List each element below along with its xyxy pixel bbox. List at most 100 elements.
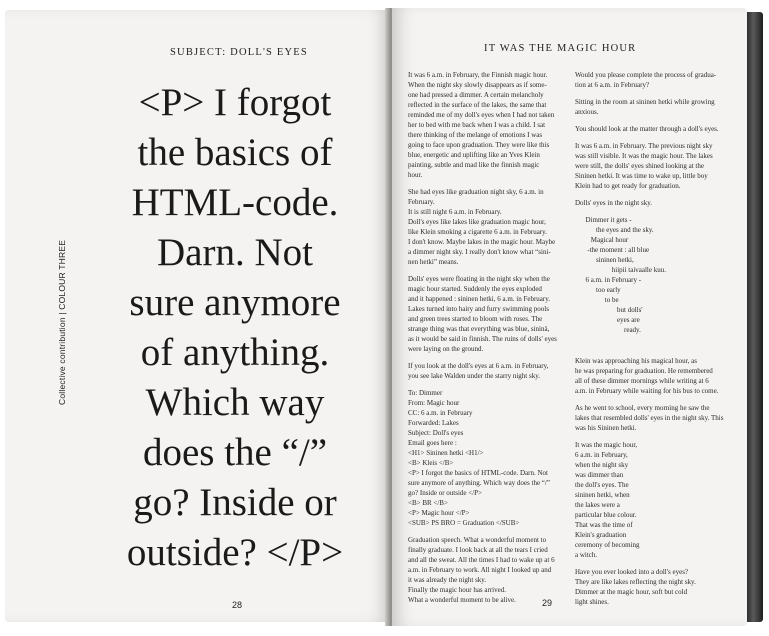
- text-line: <P> I forgot the basics of HTML-code. Da…: [408, 469, 548, 477]
- quote-line: Darn. Not: [157, 231, 313, 274]
- quote-line: HTML-code.: [131, 181, 339, 224]
- text-line: As he went to school, every morning he s…: [575, 404, 710, 412]
- text-line: It was the magic hour,: [575, 441, 638, 449]
- quote-line: the basics of: [137, 131, 333, 174]
- text-line: the eyes and the sky.: [575, 226, 654, 234]
- quote-line: does the “/”: [142, 431, 328, 474]
- text-line: lakes that resembled dolls' eyes in the …: [575, 414, 724, 422]
- text-line: it was already the night sky.: [408, 576, 487, 584]
- text-line: Klein's graduation: [575, 531, 627, 539]
- text-line: was still visible. It was the magic hour…: [575, 152, 713, 160]
- text-line: She had eyes like graduation night sky, …: [408, 188, 544, 196]
- text-line: <P> Magic hour </P>: [408, 509, 470, 517]
- text-line: light shines.: [575, 598, 609, 606]
- text-line: Dimmer at the magic hour, soft but cold: [575, 588, 688, 596]
- text-line: 6 a.m. in February,: [575, 451, 628, 459]
- text-column-2: Would you please complete the process of…: [575, 70, 737, 607]
- text-line: ceremony of becoming: [575, 541, 640, 549]
- page-number-right: 29: [542, 598, 553, 608]
- text-line: one had pressed a dimmer. A certain mela…: [408, 91, 544, 99]
- text-line: a dimmer night sky. I really don't know …: [408, 248, 551, 256]
- text-line: It is still night 6 a.m. in February.: [408, 208, 502, 216]
- quote-line: Which way: [145, 381, 325, 424]
- text-line: reflected in the surface of the lakes, t…: [408, 101, 547, 109]
- page-number-left: 28: [232, 600, 243, 610]
- text-line: hiipii taivaalle kuu.: [575, 266, 666, 274]
- text-line: as it would be said in finnish. The ruin…: [408, 335, 557, 343]
- text-line: he was preparing for graduation. He reme…: [575, 367, 713, 375]
- text-line: Forwarded: Lakes: [408, 419, 459, 427]
- quote-line: <P> I forgot: [138, 81, 332, 124]
- text-line: reminded me of my doll's eyes when I had…: [408, 111, 555, 119]
- text-line: magic hour started. Suddenly the eyes ex…: [408, 285, 542, 293]
- text-line: Email goes here :: [408, 439, 457, 447]
- text-line: to be: [575, 296, 619, 304]
- text-line: anxious.: [575, 108, 599, 116]
- text-line: like Klein smoking a cigarette 6 a.m. in…: [408, 228, 547, 236]
- text-line: finally graduate. I look back at all the…: [408, 546, 548, 554]
- text-line: Graduation speech. What a wonderful mome…: [408, 536, 547, 544]
- text-line: Dolls' eyes were floating in the night s…: [408, 275, 550, 283]
- text-line: Dimmer it gets -: [575, 216, 632, 224]
- text-line: Subject: Doll's eyes: [408, 429, 464, 437]
- text-line: Klein was approaching his magical hour, …: [575, 357, 697, 365]
- text-line: and green trees started to bloom with ro…: [408, 315, 543, 323]
- text-line: a.m. in February to work. All night I lo…: [408, 566, 552, 574]
- text-line: Dolls' eyes in the night sky.: [575, 199, 653, 207]
- text-line: all of these dimmer mornings while writi…: [575, 377, 709, 385]
- quote-line: outside? </P>: [126, 531, 344, 574]
- text-line: there thinking of the melange of emotion…: [408, 131, 543, 139]
- text-line: a.m. in February while waiting for his b…: [575, 387, 719, 395]
- quote-line: sure anymore: [129, 281, 341, 324]
- text-line: To: Dimmer: [408, 389, 443, 397]
- text-line: Sininen hetki. It was time to wake up, l…: [575, 172, 708, 180]
- side-label: Collective contribution | COLOUR THREE: [57, 239, 67, 405]
- text-line: Magical hour: [575, 236, 629, 244]
- text-line: When the night sky slowly disappears as …: [408, 81, 547, 89]
- text-line: From: Magic hour: [408, 399, 460, 407]
- text-line: They are like lakes reflecting the night…: [575, 578, 696, 586]
- text-line: was his Sininen hetki.: [575, 424, 637, 432]
- text-line: was dimmer than: [575, 471, 624, 479]
- text-line: a witch.: [575, 551, 598, 559]
- running-head-right: IT WAS THE MAGIC HOUR: [484, 43, 637, 54]
- text-line: her to bed with me back when I was a chi…: [408, 121, 546, 129]
- text-line: CC: 6 a.m. in February: [408, 409, 473, 417]
- text-line: when the night sky: [575, 461, 629, 469]
- text-line: 6 a.m. in February -: [575, 276, 642, 284]
- text-line: nen hetki” means.: [408, 258, 459, 266]
- text-line: were laying on the ground.: [408, 345, 484, 353]
- text-line: Doll's eyes like lakes like graduation m…: [408, 218, 546, 226]
- text-line: If you look at the doll's eyes at 6 a.m.…: [408, 362, 549, 370]
- text-line: Finally the magic hour has arrived.: [408, 586, 506, 594]
- text-line: painting, subtle and mad like the finnis…: [408, 161, 540, 169]
- text-line: <B> Kleis </B>: [408, 459, 454, 467]
- text-line: Would you please complete the process of…: [575, 71, 717, 79]
- text-line: ready.: [575, 326, 641, 334]
- text-line: eyes are: [575, 316, 640, 324]
- text-line: were still, the dolls' eyes shined looki…: [575, 162, 704, 170]
- pull-quote: <P> I forgot the basics of HTML-code. Darn.…: [85, 78, 385, 578]
- text-line: too early: [575, 286, 621, 294]
- text-line: and it happened : sininen hetki, 6 a.m. …: [408, 295, 551, 303]
- text-column-1: It was 6 a.m. in February, the Finnish m…: [408, 70, 570, 605]
- text-line: Sitting in the room at sininen hetki whi…: [575, 98, 715, 106]
- text-line: sininen hetki, when: [575, 491, 630, 499]
- text-line: and all the sweat. All the times I had t…: [408, 556, 555, 564]
- text-line: hour.: [408, 171, 423, 179]
- text-line: the lakes were a: [575, 501, 620, 509]
- open-book: SUBJECT: DOLL'S EYES Collective contribu…: [0, 0, 769, 636]
- text-line: <B> BR </B>: [408, 499, 448, 507]
- text-line: Have you ever looked into a doll's eyes?: [575, 568, 689, 576]
- quote-line: of anything.: [140, 331, 330, 374]
